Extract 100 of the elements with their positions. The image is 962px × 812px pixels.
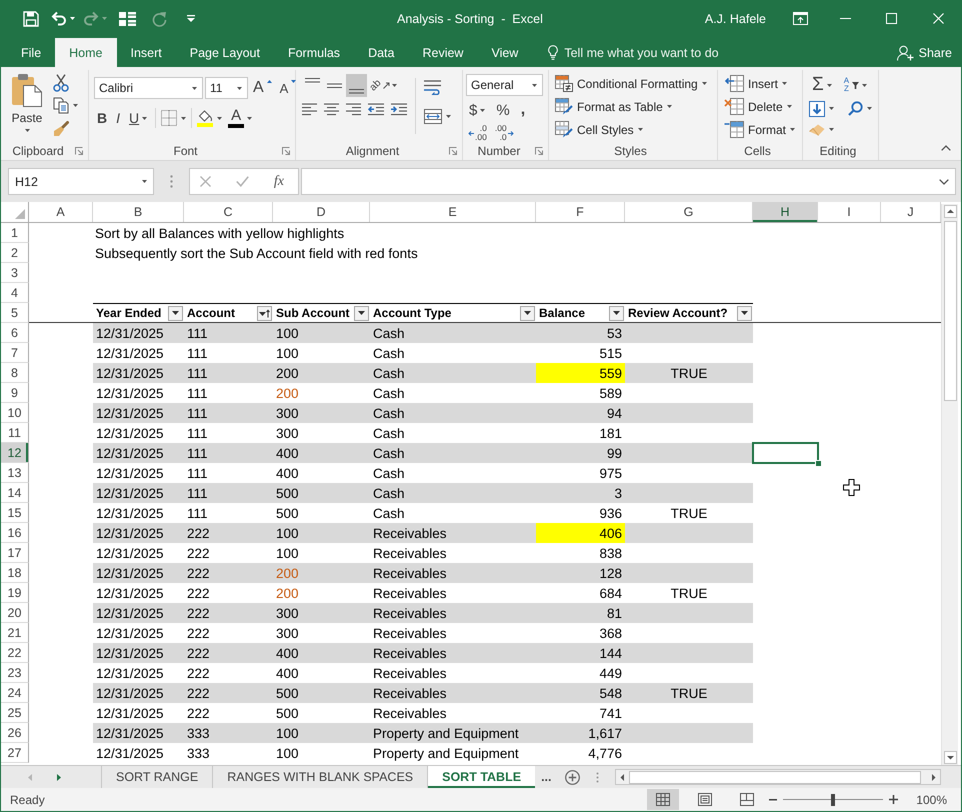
underline-button[interactable]: U — [126, 107, 150, 129]
row-header[interactable]: 4 — [1, 283, 29, 303]
caret-icon[interactable] — [829, 128, 834, 131]
normal-view-icon[interactable] — [647, 789, 680, 810]
insert-button[interactable]: Insert — [724, 74, 802, 93]
column-header[interactable]: D — [273, 202, 370, 222]
paint-bucket-icon[interactable] — [197, 110, 214, 126]
row-header[interactable]: 17 — [1, 543, 29, 563]
shrink-font-button[interactable]: A — [276, 77, 300, 99]
row-header[interactable]: 21 — [1, 623, 29, 643]
row-header[interactable]: 26 — [1, 723, 29, 743]
cell-styles-button[interactable]: Cell Styles — [555, 120, 717, 139]
row-header[interactable]: 22 — [1, 643, 29, 663]
sheet-tab[interactable]: SORT TABLE — [427, 766, 536, 788]
caret-icon[interactable] — [786, 105, 792, 108]
row-header[interactable]: 1 — [1, 223, 29, 243]
caret-icon[interactable] — [532, 84, 537, 86]
increase-decimal-button[interactable]: .0 .00 — [466, 124, 489, 142]
filter-button[interactable] — [257, 306, 272, 320]
minimize-icon[interactable] — [840, 18, 850, 19]
slider-thumb[interactable] — [831, 794, 836, 806]
row-header[interactable]: 12 — [1, 443, 29, 463]
chevron-down-icon[interactable] — [939, 178, 949, 184]
comma-style-button[interactable]: , — [518, 99, 528, 121]
filter-button[interactable] — [354, 306, 369, 320]
caret-icon[interactable] — [192, 86, 197, 90]
share-button[interactable]: Share — [894, 38, 954, 67]
align-center-icon[interactable] — [324, 103, 339, 116]
caret-icon[interactable] — [826, 84, 832, 86]
name-box[interactable]: H12 — [8, 168, 154, 195]
filter-button[interactable] — [609, 306, 624, 320]
check-icon[interactable] — [236, 176, 249, 187]
orientation-button[interactable]: ab — [368, 74, 400, 97]
fill-handle-icon[interactable] — [815, 460, 822, 467]
grid-icon[interactable] — [118, 12, 136, 26]
paintbrush-icon[interactable] — [53, 120, 69, 136]
box-arrow-down-icon[interactable] — [809, 100, 825, 116]
merge-cells-icon[interactable] — [424, 109, 442, 124]
caret-icon[interactable] — [24, 129, 30, 132]
formula-field[interactable] — [301, 168, 956, 195]
column-header[interactable]: F — [536, 202, 625, 222]
row-header[interactable]: 19 — [1, 583, 29, 603]
ribbon-tab[interactable]: File — [7, 38, 56, 67]
column-header[interactable]: E — [370, 202, 536, 222]
search-icon[interactable] — [848, 101, 863, 116]
ribbon-tab[interactable]: Insert — [116, 38, 176, 67]
caret-icon[interactable] — [638, 128, 643, 131]
scrollbar-thumb[interactable] — [629, 770, 922, 784]
row-header[interactable]: 6 — [1, 323, 29, 343]
row-header[interactable]: 25 — [1, 703, 29, 723]
number-format-field[interactable]: General — [466, 74, 543, 96]
ribbon-tab[interactable]: Review — [408, 38, 478, 67]
caret-icon[interactable] — [790, 128, 796, 131]
ribbon-tab[interactable]: Page Layout — [176, 38, 274, 67]
column-header[interactable]: H — [753, 202, 818, 222]
row-header[interactable]: 20 — [1, 603, 29, 623]
box-arrow-up-icon[interactable] — [792, 12, 808, 25]
conditional-formatting-button[interactable]: Conditional Formatting — [555, 74, 717, 93]
vertical-scrollbar[interactable] — [941, 204, 958, 765]
caret-icon[interactable] — [782, 82, 788, 85]
row-header[interactable]: 24 — [1, 683, 29, 703]
close-icon[interactable] — [932, 13, 944, 24]
filter-button[interactable] — [520, 306, 535, 320]
ribbon-tab[interactable]: Data — [354, 38, 408, 67]
row-header[interactable]: 7 — [1, 343, 29, 363]
delete-button[interactable]: Delete — [724, 97, 802, 116]
wrap-text-icon[interactable] — [424, 80, 441, 95]
insert-function-button[interactable]: fx — [274, 174, 284, 190]
column-header[interactable]: I — [818, 202, 881, 222]
row-header[interactable]: 2 — [1, 243, 29, 263]
save-icon[interactable] — [23, 10, 39, 26]
caret-icon[interactable] — [867, 107, 872, 110]
scissors-icon[interactable] — [53, 74, 69, 92]
sort-filter-button[interactable]: A Z — [840, 74, 870, 96]
undo-icon[interactable] — [51, 11, 67, 26]
font-color-button[interactable]: A — [225, 107, 256, 129]
dialog-launcher-icon[interactable] — [449, 147, 457, 155]
currency-button[interactable]: $ — [466, 99, 488, 121]
dialog-launcher-icon[interactable] — [282, 147, 290, 155]
caret-icon[interactable] — [666, 105, 672, 108]
minus-icon[interactable] — [769, 798, 778, 800]
caret-icon[interactable] — [73, 104, 78, 107]
format-button[interactable]: Format — [724, 120, 802, 139]
column-header[interactable]: C — [184, 202, 273, 222]
triangle-up-icon[interactable] — [944, 205, 956, 218]
row-header[interactable]: 18 — [1, 563, 29, 583]
dialog-launcher-icon[interactable] — [535, 147, 543, 155]
caret-icon[interactable] — [237, 86, 242, 90]
italic-button[interactable]: I — [113, 107, 124, 129]
align-bottom-icon[interactable] — [346, 74, 367, 97]
caret-icon[interactable] — [480, 108, 486, 112]
dropdown-icon[interactable] — [187, 15, 195, 22]
align-right-icon[interactable] — [346, 103, 361, 116]
row-header[interactable]: 16 — [1, 523, 29, 543]
outdent-icon[interactable] — [368, 103, 384, 116]
indent-icon[interactable] — [391, 103, 407, 116]
ribbon-tab[interactable]: Formulas — [274, 38, 354, 67]
row-header[interactable]: 11 — [1, 423, 29, 443]
caret-icon[interactable] — [829, 107, 834, 110]
ribbon-tab[interactable]: View — [477, 38, 532, 67]
